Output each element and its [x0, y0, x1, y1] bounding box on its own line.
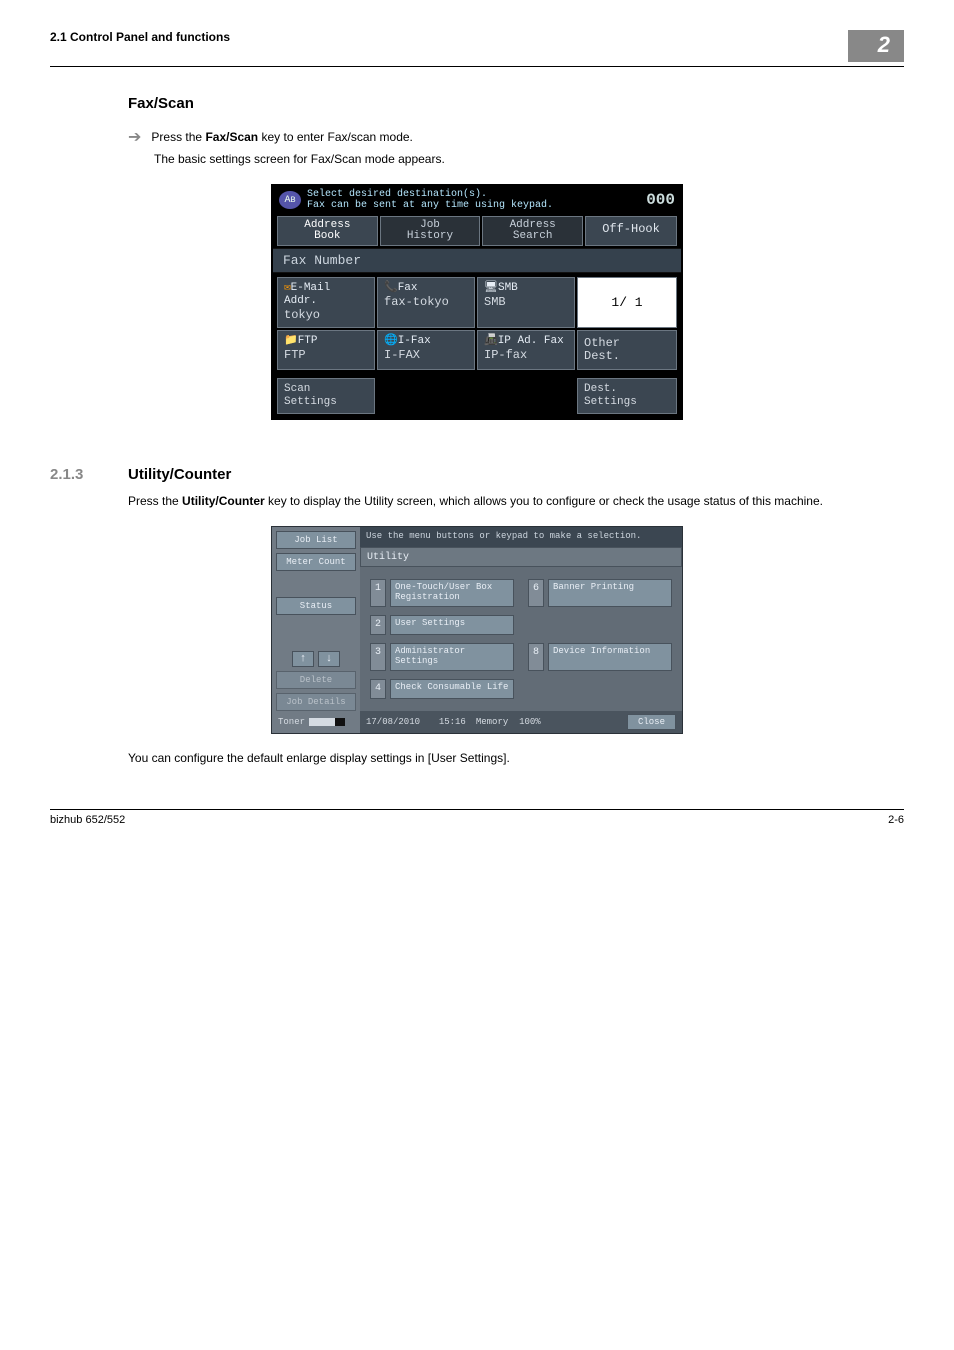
after-fig-text: You can configure the default enlarge di… — [128, 750, 904, 767]
section-heading-utility: 2.1.3 Utility/Counter — [50, 466, 904, 483]
arrow-up-button[interactable]: ↑ — [292, 651, 314, 667]
scan-settings-button[interactable]: Scan Settings — [277, 378, 375, 414]
meter-count-button[interactable]: Meter Count — [276, 553, 356, 571]
utility-footer: 17/08/2010 15:16 Memory 100% Close — [360, 711, 682, 733]
status-button[interactable]: Status — [276, 597, 356, 615]
footer-time: 15:16 — [439, 717, 466, 727]
chapter-number-badge: 2 — [848, 30, 904, 62]
utility-header-prompt: Use the menu buttons or keypad to make a… — [360, 527, 682, 547]
page-footer: bizhub 652/552 2-6 — [50, 809, 904, 826]
arrow-icon: ➔ — [128, 130, 141, 146]
tab-address-book[interactable]: Address Book — [277, 216, 378, 246]
utility-sidebar: Job List Meter Count Status ↑ ↓ Delete J… — [272, 527, 360, 733]
menu-item-1[interactable]: 1 One-Touch/User Box Registration — [370, 579, 514, 607]
addr-entry-ftp[interactable]: 📁FTP FTP — [277, 330, 375, 370]
utility-screenshot: Job List Meter Count Status ↑ ↓ Delete J… — [271, 526, 683, 734]
addr-entry-ifax[interactable]: 🌐I-Fax I-FAX — [377, 330, 475, 370]
footer-model: bizhub 652/552 — [50, 814, 125, 826]
ab-mode-icon[interactable]: AB — [279, 191, 301, 209]
tab-address-search[interactable]: Address Search — [482, 216, 583, 246]
menu-item-8[interactable]: 8 Device Information — [528, 643, 672, 671]
toner-gauge-icon — [309, 718, 345, 726]
section-number: 2.1.3 — [50, 466, 128, 483]
menu-item-2[interactable]: 2 User Settings — [370, 615, 514, 635]
menu-item-4[interactable]: 4 Check Consumable Life — [370, 679, 514, 699]
faxscan-screenshot: AB Select desired destination(s). Fax ca… — [271, 184, 683, 420]
footer-page: 2-6 — [888, 814, 904, 826]
close-button[interactable]: Close — [627, 714, 676, 730]
utility-panel-title: Utility — [360, 547, 682, 567]
addr-entry-email[interactable]: ✉E-Mail Addr. tokyo — [277, 277, 375, 328]
delete-button[interactable]: Delete — [276, 671, 356, 689]
off-hook-button[interactable]: Off-Hook — [585, 216, 677, 246]
arrow-down-button[interactable]: ↓ — [318, 651, 340, 667]
other-dest-button[interactable]: Other Dest. — [577, 330, 677, 370]
addr-entry-ipfax[interactable]: 📠IP Ad. Fax IP-fax — [477, 330, 575, 370]
footer-date: 17/08/2010 — [366, 717, 420, 727]
page-indicator: 1/ 1 — [577, 277, 677, 328]
running-header: 2.1 Control Panel and functions 2 — [50, 30, 904, 67]
utility-menu-body: 1 One-Touch/User Box Registration 6 Bann… — [360, 567, 682, 711]
job-list-button[interactable]: Job List — [276, 531, 356, 549]
utility-paragraph: Press the Utility/Counter key to display… — [128, 493, 904, 510]
instruction-line-2: The basic settings screen for Fax/Scan m… — [154, 152, 904, 166]
tab-job-history[interactable]: Job History — [380, 216, 481, 246]
header-left: 2.1 Control Panel and functions — [50, 30, 230, 44]
menu-item-3[interactable]: 3 Administrator Settings — [370, 643, 514, 671]
fax-number-field-label[interactable]: Fax Number — [273, 248, 681, 273]
job-details-button[interactable]: Job Details — [276, 693, 356, 711]
dest-settings-button[interactable]: Dest. Settings — [577, 378, 677, 414]
subsection-title-faxscan: Fax/Scan — [128, 95, 904, 112]
destination-counter: 000 — [646, 191, 675, 209]
faxscan-instruction: ➔ Press the Fax/Scan key to enter Fax/sc… — [128, 130, 904, 166]
section-title: Utility/Counter — [128, 466, 231, 483]
toner-status: Toner — [276, 715, 356, 729]
scroll-arrows: ↑ ↓ — [276, 651, 356, 667]
bottom-spacer — [377, 378, 575, 414]
instruction-line-1: Press the Fax/Scan key to enter Fax/scan… — [151, 130, 412, 144]
menu-item-6[interactable]: 6 Banner Printing — [528, 579, 672, 607]
addr-entry-fax[interactable]: 📞Fax fax-tokyo — [377, 277, 475, 328]
addr-entry-smb[interactable]: 🖥SMB SMB — [477, 277, 575, 328]
prompt-text: Select desired destination(s). Fax can b… — [307, 189, 646, 211]
